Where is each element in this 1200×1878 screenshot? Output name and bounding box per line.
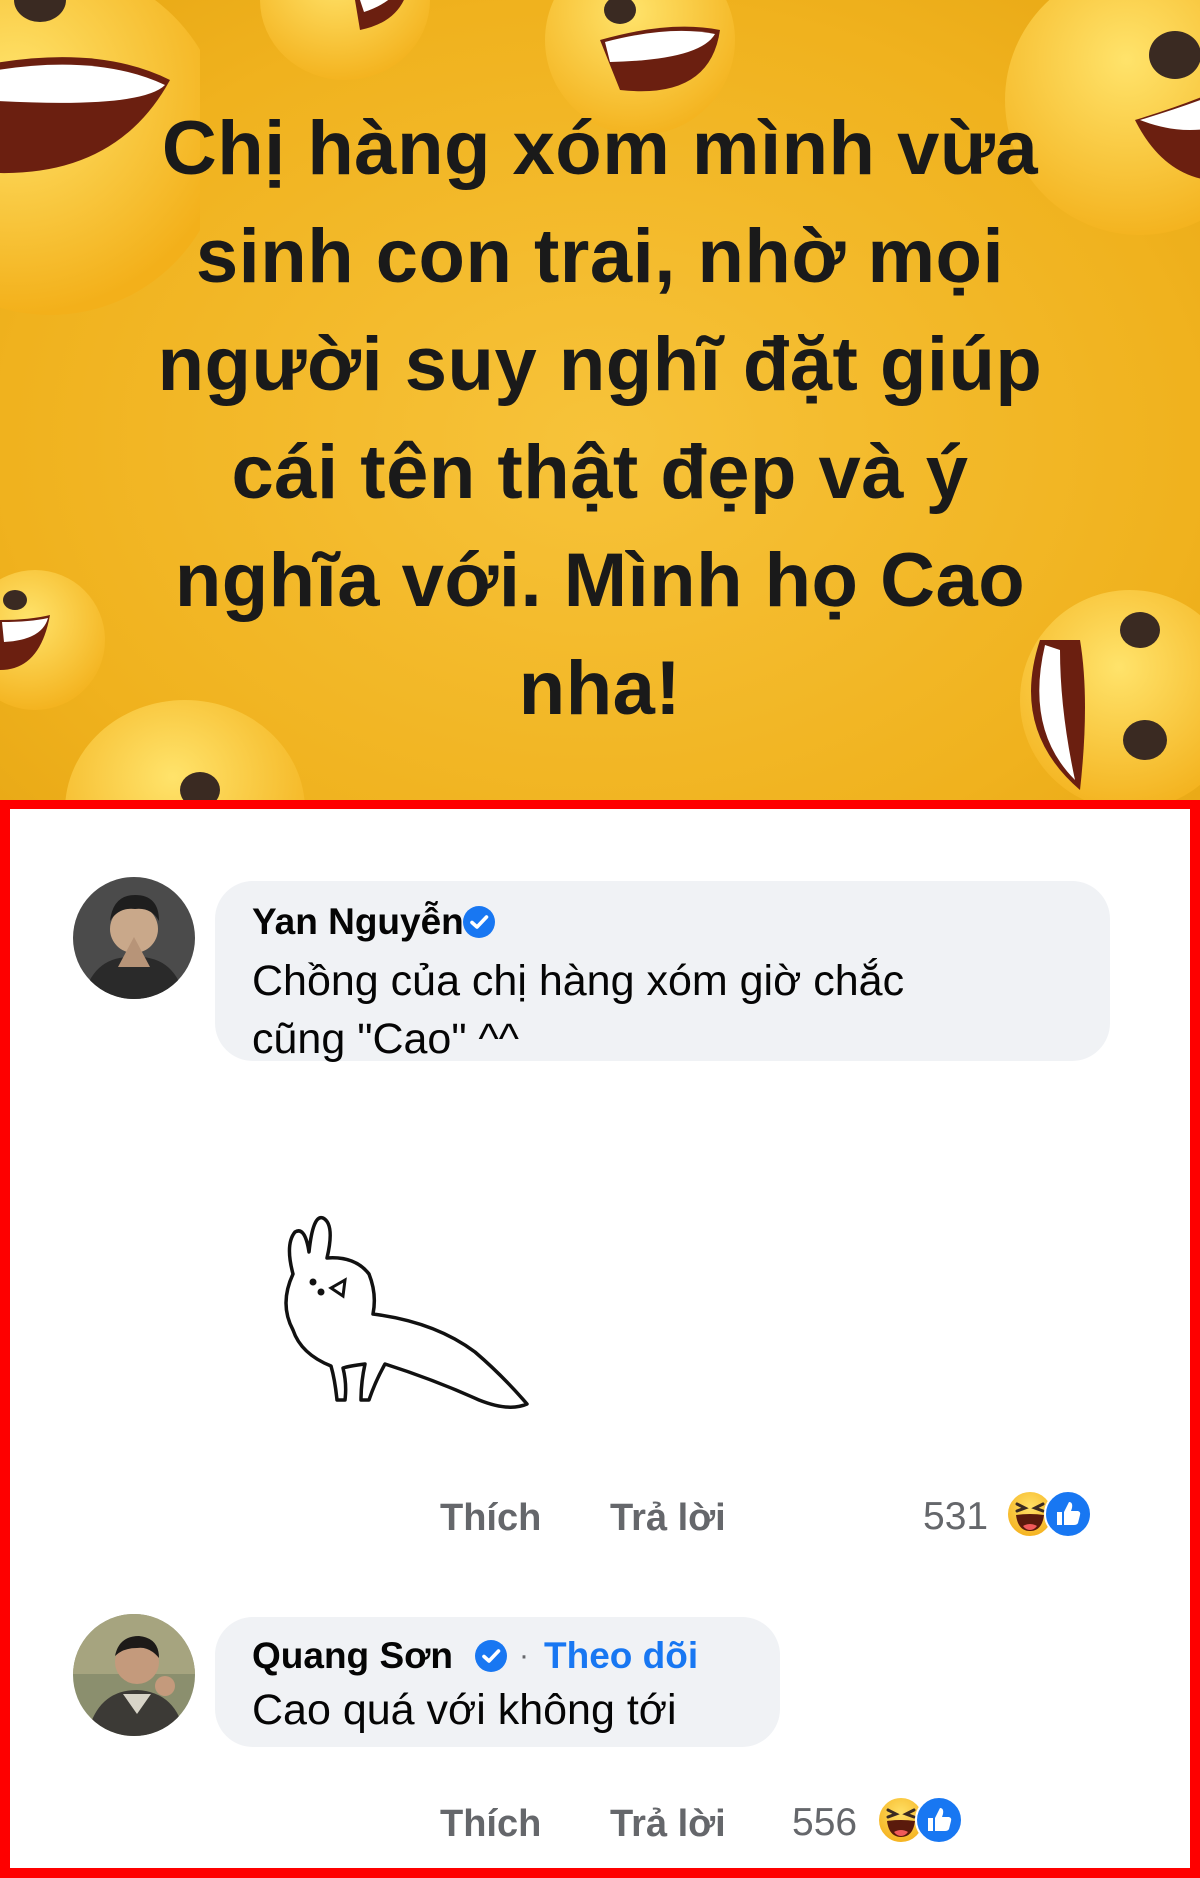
- reply-button[interactable]: Trả lời: [610, 1497, 726, 1540]
- grinning-emoji-icon: [260, 0, 430, 80]
- post-text: Chị hàng xóm mình vừa sinh con trai, nhờ…: [80, 95, 1120, 743]
- post-text-line: sinh con trai, nhờ mọi: [195, 214, 1005, 299]
- separator-dot: ·: [519, 1639, 529, 1672]
- like-button[interactable]: Thích: [440, 1803, 541, 1846]
- verified-badge-icon: [463, 906, 495, 938]
- avatar[interactable]: [73, 1614, 195, 1736]
- post-text-line: cái tên thật đẹp và ý: [231, 430, 969, 515]
- comment-author-name[interactable]: Yan Nguyễn: [252, 901, 464, 943]
- comment-author-name[interactable]: Quang Sơn: [252, 1635, 453, 1677]
- like-button[interactable]: Thích: [440, 1497, 541, 1540]
- comment-text-line: Cao quá với không tới: [252, 1686, 677, 1734]
- avatar[interactable]: [73, 877, 195, 999]
- comment-text-line: Chồng của chị hàng xóm giờ chắc: [252, 957, 905, 1005]
- like-reaction-icon: [915, 1796, 963, 1844]
- comment-text: Chồng của chị hàng xóm giờ chắc cũng "Ca…: [252, 952, 1092, 1068]
- comment-text-line: cũng "Cao" ^^: [252, 1015, 519, 1063]
- post-text-line: nha!: [518, 646, 682, 731]
- comment-text: Cao quá với không tới: [252, 1681, 772, 1739]
- reply-button[interactable]: Trả lời: [610, 1803, 726, 1846]
- post-text-line: người suy nghĩ đặt giúp: [157, 322, 1043, 407]
- follow-button[interactable]: Theo dõi: [544, 1635, 698, 1677]
- post-text-line: nghĩa với. Mình họ Cao: [174, 538, 1026, 623]
- post-text-line: Chị hàng xóm mình vừa: [161, 106, 1039, 191]
- post-image: Chị hàng xóm mình vừa sinh con trai, nhờ…: [0, 0, 1200, 800]
- reaction-count[interactable]: 556: [792, 1801, 857, 1845]
- comments-frame: Yan Nguyễn Chồng của chị hàng xóm giờ ch…: [0, 800, 1200, 1878]
- like-reaction-icon: [1044, 1490, 1092, 1538]
- sticker-image[interactable]: [265, 1204, 565, 1419]
- verified-badge-icon: [475, 1640, 507, 1672]
- reaction-count[interactable]: 531: [923, 1495, 988, 1539]
